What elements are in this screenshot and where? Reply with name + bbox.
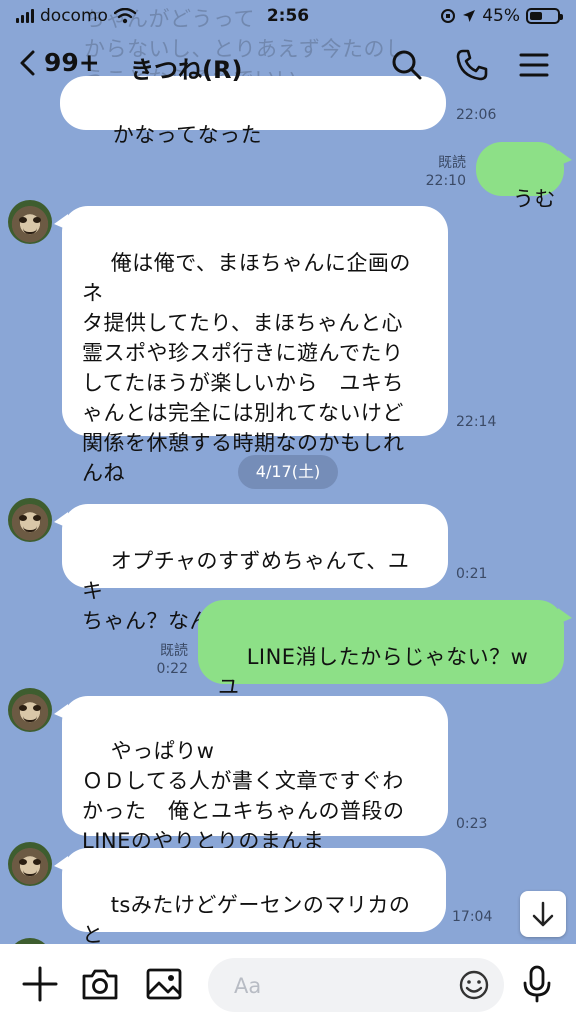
message-input[interactable] — [232, 958, 456, 1014]
scroll-to-bottom-button[interactable] — [520, 891, 566, 937]
message-bubble[interactable]: やっぱりw ＯＤしてる人が書く文章ですぐわ かった 俺とユキちゃんの普段の LI… — [54, 696, 448, 853]
message-bubble-self[interactable]: LINE消したからじゃない？wユ キちゃん確定だね！笑 — [198, 600, 572, 729]
date-separator: 4/17(土) — [238, 455, 338, 489]
camera-button[interactable] — [80, 964, 120, 1004]
message-time: 0:21 — [456, 566, 488, 582]
chat-area[interactable]: ちゃんがどうって からないし、とりあえず今たのし うことならそれでいい かなって… — [0, 0, 576, 944]
search-button[interactable] — [390, 48, 424, 82]
back-button[interactable]: 99+ — [18, 48, 100, 77]
message-bubble[interactable]: オプチャのすずめちゃんて、ユキ ちゃん？なんかあったんかな — [54, 504, 448, 633]
orientation-lock-icon — [441, 9, 456, 23]
plus-icon — [22, 966, 58, 1002]
message-bubble[interactable]: tsみたけどゲーセンのマリカのと き床におきっぱなしっぽい — [54, 848, 446, 944]
avatar[interactable] — [8, 498, 52, 542]
battery-percent: 45% — [482, 6, 520, 26]
message-text: tsみたけどゲーセンのマリカのと き床におきっぱなしっぽい — [82, 893, 411, 944]
emoji-icon[interactable] — [458, 969, 490, 1001]
message-time: 0:22 — [156, 661, 188, 677]
avatar[interactable] — [8, 688, 52, 732]
image-icon — [146, 968, 182, 1000]
avatar[interactable] — [8, 200, 52, 244]
avatar[interactable] — [8, 842, 52, 886]
message-bubble[interactable]: 俺は俺で、まほちゃんに企画のネ タ提供してたり、まほちゃんと心 霊スポや珍スポ行… — [54, 206, 448, 485]
read-receipt: 既読 — [160, 643, 188, 659]
voice-button[interactable] — [517, 964, 557, 1004]
message-time: 22:06 — [456, 107, 497, 123]
hamburger-menu-icon — [519, 53, 549, 77]
phone-icon — [456, 49, 488, 81]
message-text: かなってなった — [112, 123, 263, 147]
message-text: 俺は俺で、まほちゃんに企画のネ タ提供してたり、まほちゃんと心 霊スポや珍スポ行… — [82, 251, 411, 485]
chat-title: きつね(R) — [130, 56, 243, 84]
status-bar: docomo 2:56 45% — [0, 0, 576, 34]
call-button[interactable] — [455, 48, 489, 82]
chevron-left-icon — [20, 50, 35, 75]
message-time: 0:23 — [456, 816, 488, 832]
message-bubble-self[interactable]: うむ — [476, 142, 572, 211]
message-text: うむ — [512, 187, 556, 211]
arrow-down-icon — [532, 901, 554, 927]
message-text: やっぱりw ＯＤしてる人が書く文章ですぐわ かった 俺とユキちゃんの普段の LI… — [82, 739, 405, 853]
message-time: 22:10 — [425, 173, 466, 189]
menu-button[interactable] — [517, 48, 551, 82]
camera-icon — [82, 969, 118, 1000]
read-receipt: 既読 — [438, 155, 466, 171]
message-time: 22:14 — [456, 414, 497, 430]
add-button[interactable] — [20, 964, 60, 1004]
location-icon — [463, 10, 476, 22]
chat-header: 99+ きつね(R) — [0, 34, 576, 98]
microphone-icon — [523, 965, 551, 1003]
unread-count: 99+ — [44, 48, 100, 77]
gallery-button[interactable] — [144, 964, 184, 1004]
message-field — [208, 958, 504, 1014]
message-time: 17:04 — [452, 909, 493, 925]
search-icon — [392, 50, 422, 80]
battery-icon — [526, 8, 563, 24]
